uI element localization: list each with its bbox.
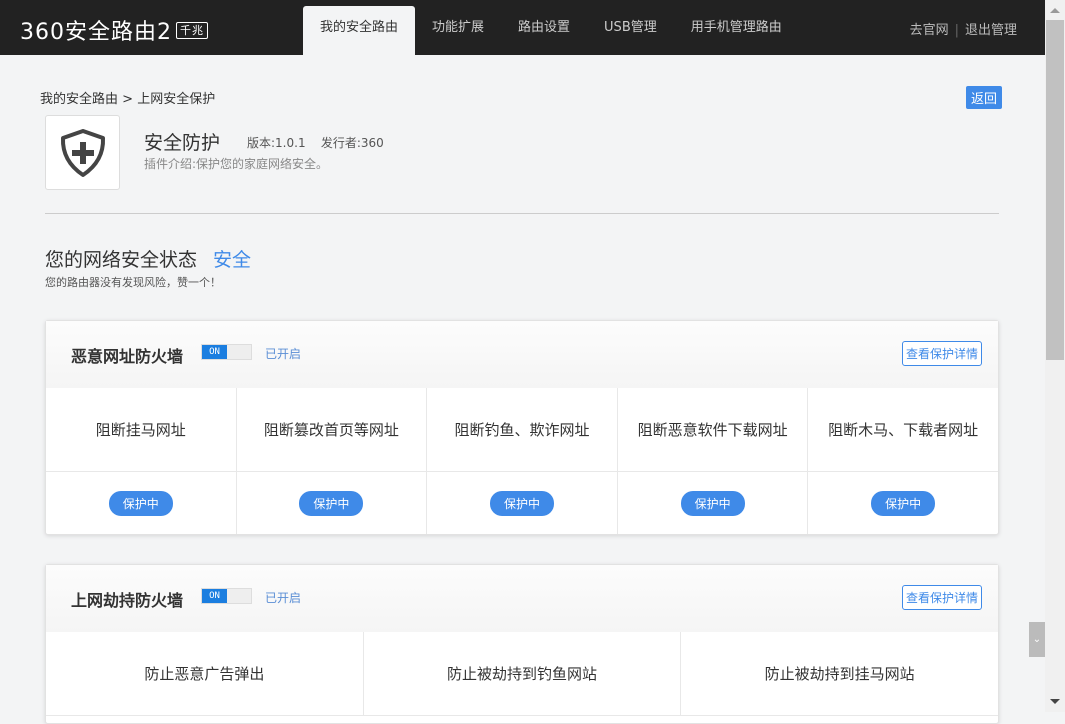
- main-nav: 我的安全路由 功能扩展 路由设置 USB管理 用手机管理路由: [303, 6, 799, 55]
- scrollbar[interactable]: [1045, 0, 1065, 712]
- malicious-url-firewall-card: 恶意网址防火墙 ON 已开启 查看保护详情 阻断挂马网址 阻断篡改首页等网址 阻…: [45, 320, 999, 535]
- status-badge: 保护中: [681, 491, 745, 516]
- plugin-version: 版本:1.0.1: [247, 136, 306, 150]
- status-badge: 保护中: [490, 491, 554, 516]
- top-header: 360安全路由2千兆 我的安全路由 功能扩展 路由设置 USB管理 用手机管理路…: [0, 0, 1045, 55]
- logo: 360安全路由2千兆: [20, 14, 208, 46]
- view-details-button[interactable]: 查看保护详情: [902, 585, 982, 610]
- tab-extensions[interactable]: 功能扩展: [415, 6, 501, 55]
- scroll-to-top-button[interactable]: ⌄: [1029, 622, 1045, 657]
- view-details-button[interactable]: 查看保护详情: [902, 341, 982, 366]
- back-button[interactable]: 返回: [966, 86, 1002, 109]
- tab-my-router[interactable]: 我的安全路由: [303, 6, 415, 55]
- protection-item: 阻断挂马网址: [46, 388, 237, 472]
- tab-router-settings[interactable]: 路由设置: [501, 6, 587, 55]
- hijack-firewall-card: 上网劫持防火墙 ON 已开启 查看保护详情 防止恶意广告弹出 防止被劫持到钓鱼网…: [45, 564, 999, 724]
- tab-usb[interactable]: USB管理: [587, 6, 674, 55]
- plugin-name: 安全防护: [144, 128, 220, 155]
- scrollbar-thumb[interactable]: [1046, 20, 1064, 360]
- breadcrumb-parent[interactable]: 我的安全路由: [40, 92, 118, 107]
- protection-item: 阻断恶意软件下载网址: [618, 388, 809, 472]
- plugin-publisher: 发行者:360: [321, 136, 384, 150]
- protection-item: 阻断钓鱼、欺诈网址: [427, 388, 618, 472]
- protection-item: 阻断木马、下载者网址: [808, 388, 998, 472]
- status-badge: 保护中: [109, 491, 173, 516]
- tab-mobile[interactable]: 用手机管理路由: [674, 6, 799, 55]
- toggle-state: 已开启: [265, 345, 301, 362]
- firewall-toggle[interactable]: ON: [201, 344, 252, 360]
- status-badge: 保护中: [871, 491, 935, 516]
- protection-item: 阻断篡改首页等网址: [237, 388, 428, 472]
- firewall-toggle[interactable]: ON: [201, 588, 252, 604]
- protection-item: 防止被劫持到挂马网站: [681, 632, 998, 716]
- security-status-title: 您的网络安全状态安全: [45, 245, 251, 272]
- card-title: 恶意网址防火墙: [71, 343, 183, 367]
- security-status-value: 安全: [213, 249, 251, 271]
- toggle-state: 已开启: [265, 589, 301, 606]
- scroll-up-arrow-icon[interactable]: [1050, 8, 1060, 13]
- breadcrumb: 我的安全路由 > 上网安全保护: [40, 88, 215, 107]
- card-title: 上网劫持防火墙: [71, 587, 183, 611]
- protection-item: 防止被劫持到钓鱼网站: [364, 632, 682, 716]
- shield-plus-icon: [45, 115, 120, 190]
- scroll-down-arrow-icon[interactable]: [1050, 699, 1060, 704]
- divider: [45, 213, 999, 214]
- logout-link[interactable]: 退出管理: [965, 23, 1017, 38]
- status-badge: 保护中: [299, 491, 363, 516]
- plugin-desc: 插件介绍:保护您的家庭网络安全。: [144, 155, 328, 172]
- security-status-sub: 您的路由器没有发现风险，赞一个！: [45, 274, 221, 290]
- protection-item: 防止恶意广告弹出: [46, 632, 364, 716]
- official-site-link[interactable]: 去官网: [910, 23, 949, 38]
- breadcrumb-current: 上网安全保护: [137, 92, 215, 107]
